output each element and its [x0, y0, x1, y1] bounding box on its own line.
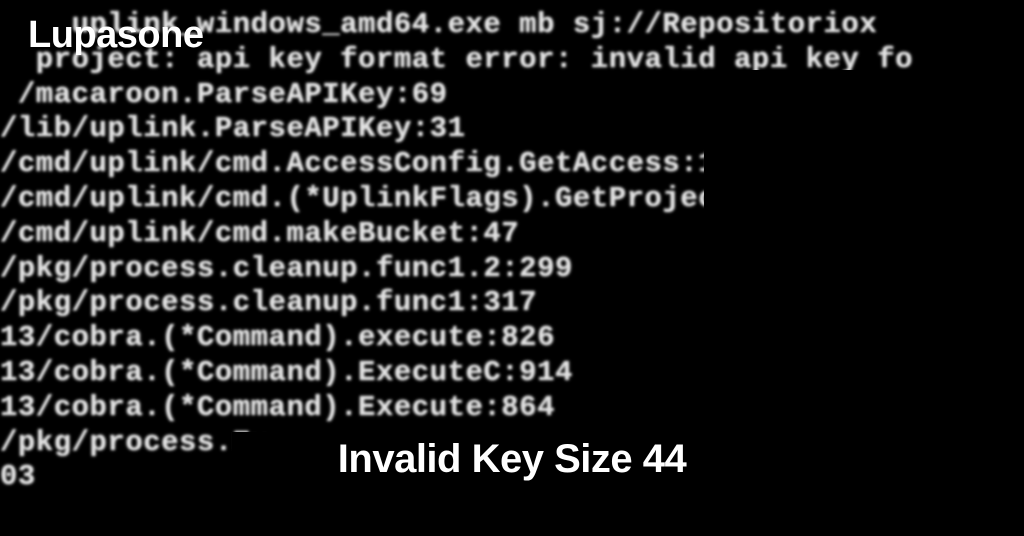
brand-label: Lupasone — [28, 14, 203, 57]
caption-label: Invalid Key Size 44 — [338, 437, 686, 482]
mask-block — [704, 70, 1024, 260]
terminal-line: 13/cobra.(*Command).ExecuteC:914 — [0, 356, 1024, 391]
terminal-line: 13/cobra.(*Command).Execute:864 — [0, 391, 1024, 426]
terminal-line: 13/cobra.(*Command).execute:826 — [0, 321, 1024, 356]
terminal-line: /pkg/process.cleanup.func1:317 — [0, 286, 1024, 321]
